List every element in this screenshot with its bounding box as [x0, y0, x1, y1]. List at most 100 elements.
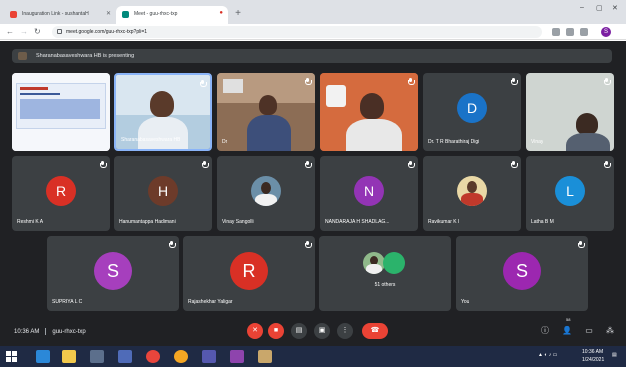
edge-icon[interactable]	[36, 350, 50, 363]
participant-tile-sharanabasaveshwara[interactable]: Sharanabasaveshwara HB	[114, 73, 212, 151]
tray-time[interactable]: 10:36 AM	[582, 349, 603, 355]
participant-name: Dr. T R Bharathiraj Digi	[428, 139, 480, 145]
meet-stage: Sharanabasaveshwara HB is presenting Sha…	[0, 41, 626, 346]
forward-icon[interactable]: →	[20, 27, 28, 37]
participant-tile-latha[interactable]: L Latha B M	[526, 156, 614, 231]
video-feed	[217, 73, 315, 151]
meeting-info: 10:36 AM guu-rhxc-txp	[14, 328, 86, 335]
back-icon[interactable]: ←	[6, 27, 14, 37]
meeting-time: 10:36 AM	[14, 329, 40, 336]
tray-icons[interactable]: ▲ ◐ ♪ ▭	[538, 352, 557, 358]
participant-tile-rajashekhar[interactable]: R Rajashekhar Yaligar	[183, 236, 315, 311]
browser-tab-bar: Inauguration Link - sushantaH ✕ Meet - g…	[0, 0, 626, 24]
gmail-favicon-icon	[10, 11, 17, 18]
participant-initial: L	[555, 176, 585, 206]
participant-name: Sharanabasaveshwara HB	[121, 137, 181, 143]
participant-initial: R	[230, 252, 268, 290]
participant-name: Reshmi K A	[17, 219, 44, 225]
mic-icon	[578, 241, 585, 248]
extension-icon[interactable]	[580, 28, 588, 36]
windows-start-icon[interactable]	[6, 351, 17, 362]
url-field[interactable]: meet.google.com/guu-rhxc-txp?pli=1	[52, 26, 542, 38]
plus-icon[interactable]: +	[232, 8, 244, 20]
participant-initial: S	[94, 252, 132, 290]
notification-icon[interactable]: ▤	[612, 352, 617, 358]
tab-label: Inauguration Link - sushantaH	[22, 11, 89, 17]
participant-tile-vinay-sangolli[interactable]: Vinay Sangolli	[217, 156, 315, 231]
star-icon[interactable]	[566, 28, 574, 36]
chat-icon[interactable]: ▭	[584, 326, 594, 336]
others-count: 51 others	[374, 282, 396, 288]
participant-initial: H	[148, 176, 178, 206]
participant-tile-others[interactable]: 51 others	[319, 236, 451, 311]
captions-icon[interactable]: ▤	[291, 323, 307, 339]
tray-date[interactable]: 1/24/2021	[582, 357, 604, 363]
close-tab-icon[interactable]: ●	[219, 10, 223, 16]
info-icon[interactable]: ⓘ	[540, 326, 550, 336]
close-window-icon[interactable]: ✕	[612, 4, 618, 12]
shared-screen	[12, 73, 110, 151]
meet-favicon-icon	[122, 11, 129, 18]
camera-off-icon[interactable]: ■	[268, 323, 284, 339]
others-avatar	[363, 252, 385, 274]
mic-icon	[305, 161, 312, 168]
participant-tile-video[interactable]	[320, 73, 418, 151]
participant-initial: R	[46, 176, 76, 206]
file-explorer-icon[interactable]	[62, 350, 76, 363]
participant-tile-you[interactable]: S You	[456, 236, 588, 311]
participant-name: Ravikumar K I	[428, 219, 460, 225]
activities-icon[interactable]: ⁂	[605, 326, 615, 336]
mic-icon	[202, 161, 209, 168]
mic-icon	[604, 161, 611, 168]
mic-icon	[100, 161, 107, 168]
reload-icon[interactable]: ↻	[34, 27, 41, 37]
maximize-icon[interactable]: ▢	[596, 4, 603, 12]
participant-name: NANDARAJA H SHADLAG...	[325, 219, 390, 225]
participant-tile-dr[interactable]: Dr	[217, 73, 315, 151]
minimize-icon[interactable]: –	[580, 4, 584, 11]
teams-icon[interactable]	[202, 350, 216, 363]
participant-name: Vinay Sangolli	[222, 219, 254, 225]
participant-name: Latha B M	[531, 219, 554, 225]
end-call-icon[interactable]: ☎	[362, 323, 388, 339]
participant-tile-nandaraja[interactable]: N NANDARAJA H SHADLAG...	[320, 156, 418, 231]
participant-tile-bharathiraj[interactable]: D Dr. T R Bharathiraj Digi	[423, 73, 521, 151]
profile-avatar[interactable]: S	[601, 27, 611, 37]
photos-icon[interactable]	[258, 350, 272, 363]
photos-icon[interactable]	[230, 350, 244, 363]
participant-tile-supriya[interactable]: S SUPRIYA L C	[47, 236, 179, 311]
url-text: meet.google.com/guu-rhxc-txp?pli=1	[66, 29, 148, 35]
mic-icon	[200, 80, 207, 87]
mic-off-icon[interactable]: ✕	[247, 323, 263, 339]
present-icon[interactable]: ▣	[314, 323, 330, 339]
screen: Inauguration Link - sushantaH ✕ Meet - g…	[0, 0, 626, 367]
mic-icon	[604, 78, 611, 85]
more-icon[interactable]: ⋮	[337, 323, 353, 339]
mic-icon	[408, 161, 415, 168]
mic-icon	[169, 241, 176, 248]
participant-tile-reshmi[interactable]: R Reshmi K A	[12, 156, 110, 231]
people-count-badge: 58	[566, 317, 571, 322]
tab-meet[interactable]: Meet - guu-rhxc-txp ●	[116, 6, 228, 24]
camera-permission-icon[interactable]	[552, 28, 560, 36]
mic-icon	[408, 78, 415, 85]
participant-photo	[457, 176, 487, 206]
participant-tile-screen-share[interactable]	[12, 73, 110, 151]
address-bar: ← → ↻ meet.google.com/guu-rhxc-txp?pli=1…	[0, 24, 626, 40]
participant-name: Dr	[222, 139, 228, 145]
close-tab-icon[interactable]: ✕	[106, 10, 111, 17]
store-icon[interactable]	[118, 350, 132, 363]
others-avatar	[383, 252, 405, 274]
participant-tile-ravikumar[interactable]: Ravikumar K I	[423, 156, 521, 231]
lock-icon	[57, 29, 62, 34]
participant-tile-hanumantappa[interactable]: H Hanumantappa Hadimani	[114, 156, 212, 231]
chrome-icon[interactable]	[146, 350, 160, 363]
participant-tile-vinay[interactable]: Vinay	[526, 73, 614, 151]
participant-initial: S	[503, 252, 541, 290]
presenter-avatar	[18, 52, 27, 60]
firefox-icon[interactable]	[174, 350, 188, 363]
people-icon[interactable]: 👤	[562, 326, 572, 336]
tab-inauguration[interactable]: Inauguration Link - sushantaH ✕	[4, 6, 116, 24]
windows-taskbar: ▲ ◐ ♪ ▭ 10:36 AM 1/24/2021 ▤	[0, 346, 626, 367]
calculator-icon[interactable]	[90, 350, 104, 363]
